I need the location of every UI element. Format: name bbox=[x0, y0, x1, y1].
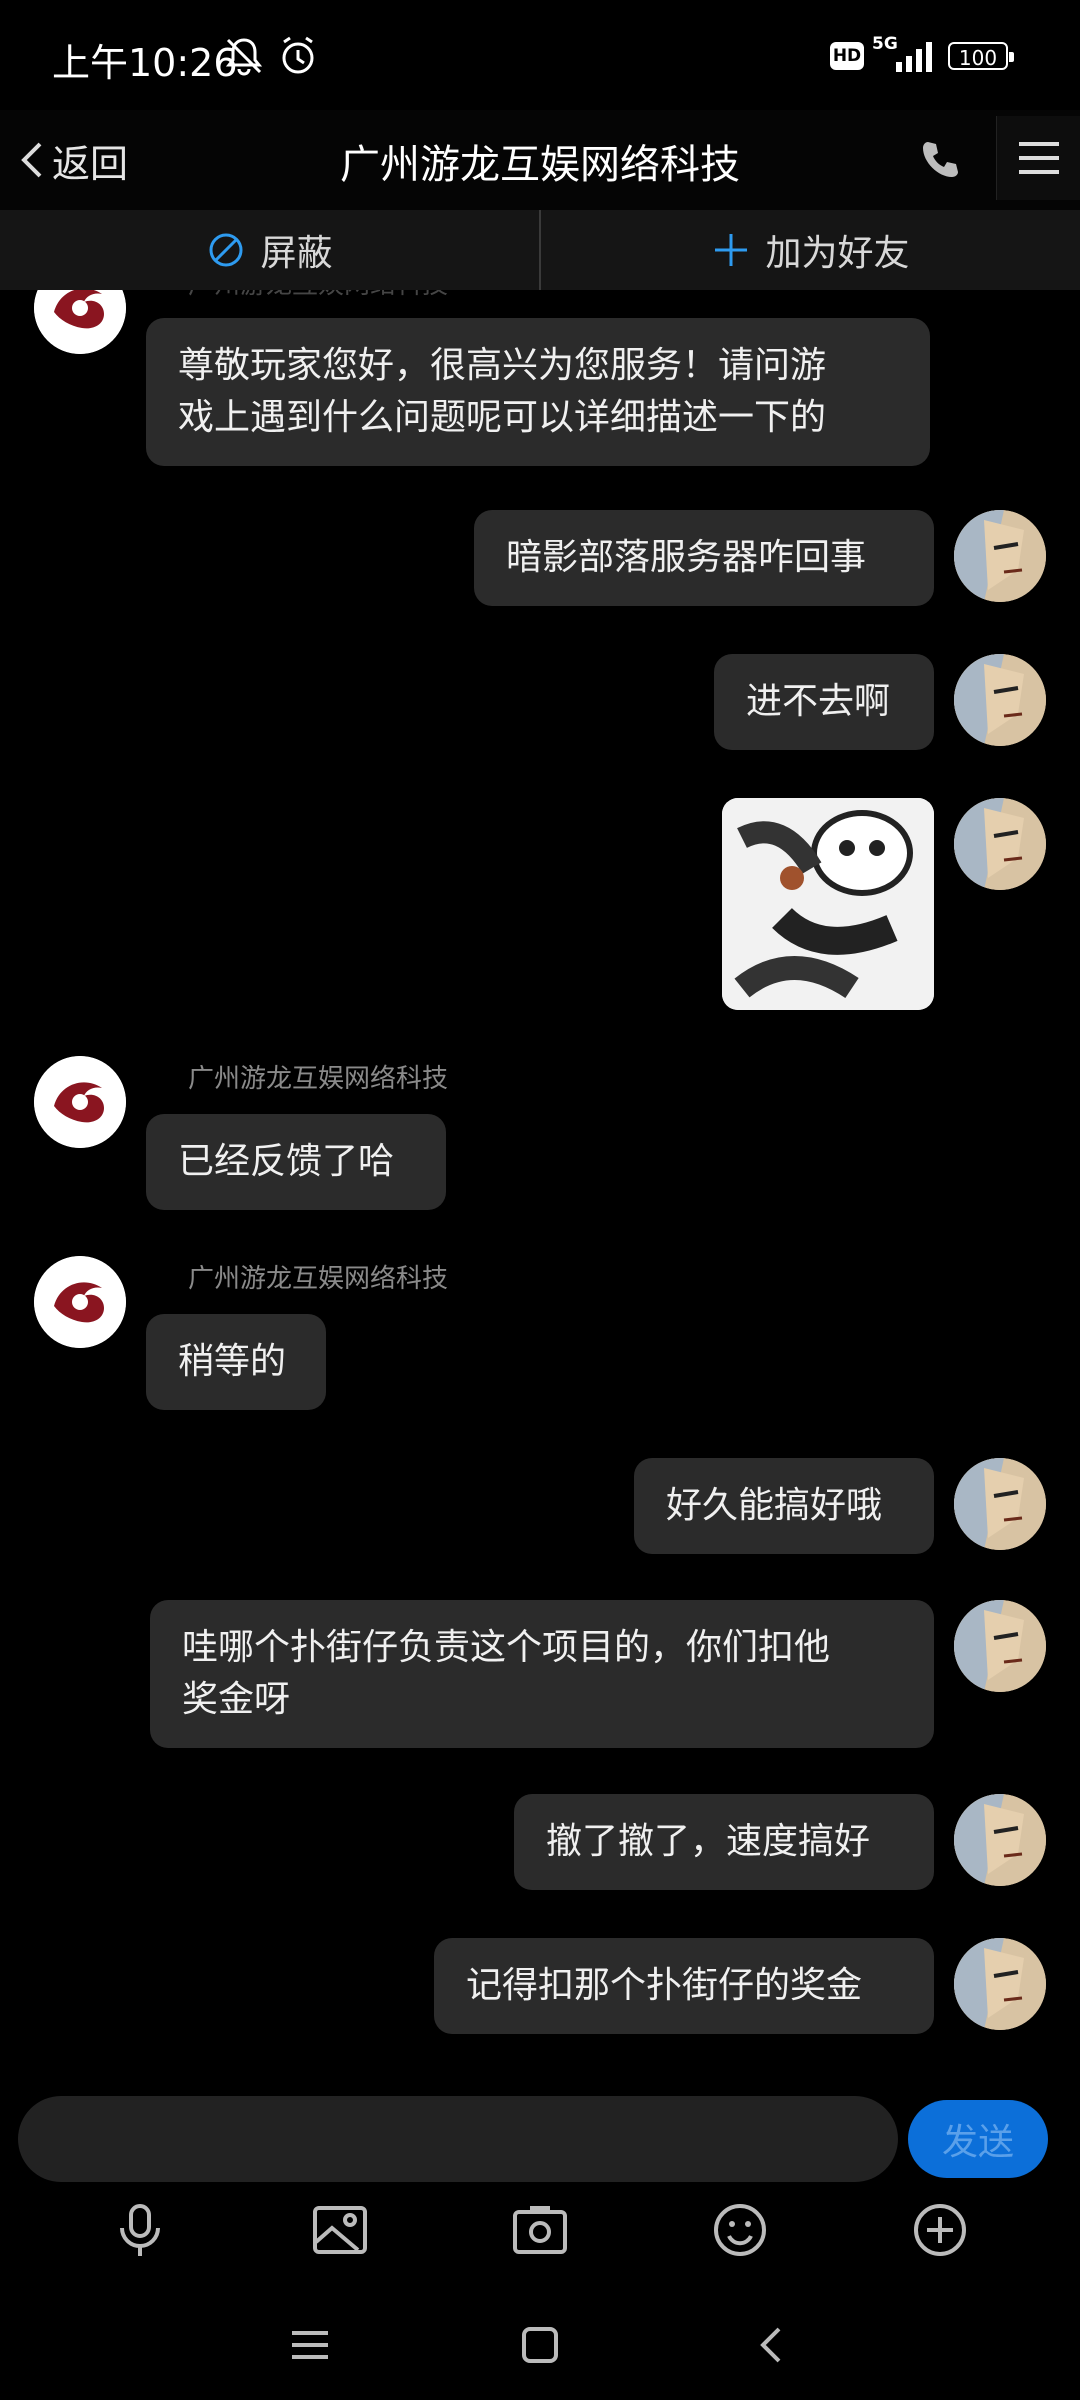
block-label: 屏蔽 bbox=[260, 233, 333, 274]
user-avatar[interactable] bbox=[954, 1938, 1046, 2030]
block-icon bbox=[209, 233, 243, 267]
hd-badge: HD bbox=[830, 42, 864, 70]
system-back-button[interactable] bbox=[740, 2315, 800, 2375]
message-text-line: 尊敬玩家您好，很高兴为您服务！请问游 bbox=[178, 345, 827, 386]
back-icon bbox=[760, 2327, 781, 2363]
message-bubble[interactable]: 好久能搞好哦 bbox=[634, 1458, 934, 1554]
status-time: 上午10:26 bbox=[52, 41, 238, 85]
block-button[interactable]: 屏蔽 bbox=[0, 210, 539, 290]
recent-apps-icon bbox=[292, 2331, 328, 2359]
message-text-line: 奖金呀 bbox=[182, 1679, 291, 1720]
message-bubble[interactable]: 记得扣那个扑街仔的奖金 bbox=[434, 1938, 934, 2034]
sticker-image[interactable] bbox=[722, 798, 934, 1010]
more-menu-button[interactable] bbox=[996, 116, 1080, 200]
message-text: 好久能搞好哦 bbox=[666, 1485, 883, 1526]
message-bubble[interactable]: 已经反馈了哈 bbox=[146, 1114, 446, 1210]
add-friend-label: 加为好友 bbox=[765, 233, 910, 274]
message-text: 撤了撤了，速度搞好 bbox=[546, 1821, 871, 1862]
voice-button[interactable] bbox=[108, 2198, 172, 2262]
camera-button[interactable] bbox=[508, 2198, 572, 2262]
message-bubble[interactable]: 稍等的 bbox=[146, 1314, 326, 1410]
company-avatar[interactable] bbox=[34, 1256, 126, 1348]
message-text-line: 哇哪个扑街仔负责这个项目的，你们扣他 bbox=[182, 1627, 831, 1668]
composer-toolbar bbox=[0, 2190, 1080, 2270]
add-friend-button[interactable]: 加为好友 bbox=[541, 210, 1080, 290]
chat-header: 返回 广州游龙互娱网络科技 bbox=[0, 110, 1080, 210]
plus-icon bbox=[715, 234, 748, 266]
alarm-icon bbox=[278, 34, 318, 82]
message-bubble[interactable]: 进不去啊 bbox=[714, 654, 934, 750]
recent-apps-button[interactable] bbox=[280, 2315, 340, 2375]
user-avatar[interactable] bbox=[954, 798, 1046, 890]
company-avatar[interactable] bbox=[34, 290, 126, 354]
message-text: 稍等的 bbox=[178, 1341, 287, 1382]
plus-circle-icon bbox=[914, 2204, 966, 2256]
emoji-icon bbox=[714, 2204, 766, 2256]
message-text: 已经反馈了哈 bbox=[178, 1141, 395, 1182]
send-button[interactable]: 发送 bbox=[908, 2100, 1048, 2178]
muted-bell-icon bbox=[222, 34, 266, 82]
home-icon bbox=[522, 2327, 558, 2363]
message-list[interactable]: 广州游龙互娱网络科技 尊敬玩家您好，很高兴为您服务！请问游 戏上遇到什么问题呢可… bbox=[0, 290, 1080, 2090]
message-text: 记得扣那个扑街仔的奖金 bbox=[466, 1965, 863, 2006]
user-avatar[interactable] bbox=[954, 654, 1046, 746]
contact-action-bar: 屏蔽 加为好友 bbox=[0, 210, 1080, 290]
user-avatar[interactable] bbox=[954, 1458, 1046, 1550]
camera-icon bbox=[513, 2206, 567, 2254]
message-text: 暗影部落服务器咋回事 bbox=[506, 537, 867, 578]
message-bubble[interactable]: 哇哪个扑街仔负责这个项目的，你们扣他 奖金呀 bbox=[150, 1600, 934, 1748]
system-navigation-bar bbox=[0, 2290, 1080, 2400]
company-avatar[interactable] bbox=[34, 1056, 126, 1148]
signal-icon bbox=[882, 40, 938, 76]
status-bar: 上午10:26 HD 5G 100 bbox=[0, 0, 1080, 110]
user-avatar[interactable] bbox=[954, 510, 1046, 602]
gallery-button[interactable] bbox=[308, 2198, 372, 2262]
chat-screen: 上午10:26 HD 5G 100 返回 广州游龙互娱网络科技 屏蔽 加为好友 … bbox=[0, 0, 1080, 2400]
message-text-line: 戏上遇到什么问题呢可以详细描述一下的 bbox=[178, 397, 827, 438]
message-bubble[interactable]: 暗影部落服务器咋回事 bbox=[474, 510, 934, 606]
emoji-button[interactable] bbox=[708, 2198, 772, 2262]
composer: 发送 bbox=[0, 2090, 1080, 2200]
sender-name: 广州游龙互娱网络科技 bbox=[188, 1264, 449, 1294]
message-input[interactable] bbox=[18, 2096, 898, 2182]
call-button[interactable] bbox=[908, 128, 972, 192]
hamburger-menu-icon bbox=[1019, 142, 1059, 174]
sender-name: 广州游龙互娱网络科技 bbox=[188, 1064, 449, 1094]
phone-icon bbox=[923, 142, 958, 177]
home-button[interactable] bbox=[510, 2315, 570, 2375]
user-avatar[interactable] bbox=[954, 1600, 1046, 1692]
user-avatar[interactable] bbox=[954, 1794, 1046, 1886]
more-options-button[interactable] bbox=[908, 2198, 972, 2262]
sender-name: 广州游龙互娱网络科技 bbox=[188, 290, 448, 301]
message-bubble[interactable]: 撤了撤了，速度搞好 bbox=[514, 1794, 934, 1890]
microphone-icon bbox=[120, 2204, 160, 2256]
message-text: 进不去啊 bbox=[746, 681, 891, 722]
message-bubble[interactable]: 尊敬玩家您好，很高兴为您服务！请问游 戏上遇到什么问题呢可以详细描述一下的 bbox=[146, 318, 930, 466]
battery-indicator: 100 bbox=[948, 42, 1014, 70]
image-icon bbox=[313, 2206, 367, 2254]
